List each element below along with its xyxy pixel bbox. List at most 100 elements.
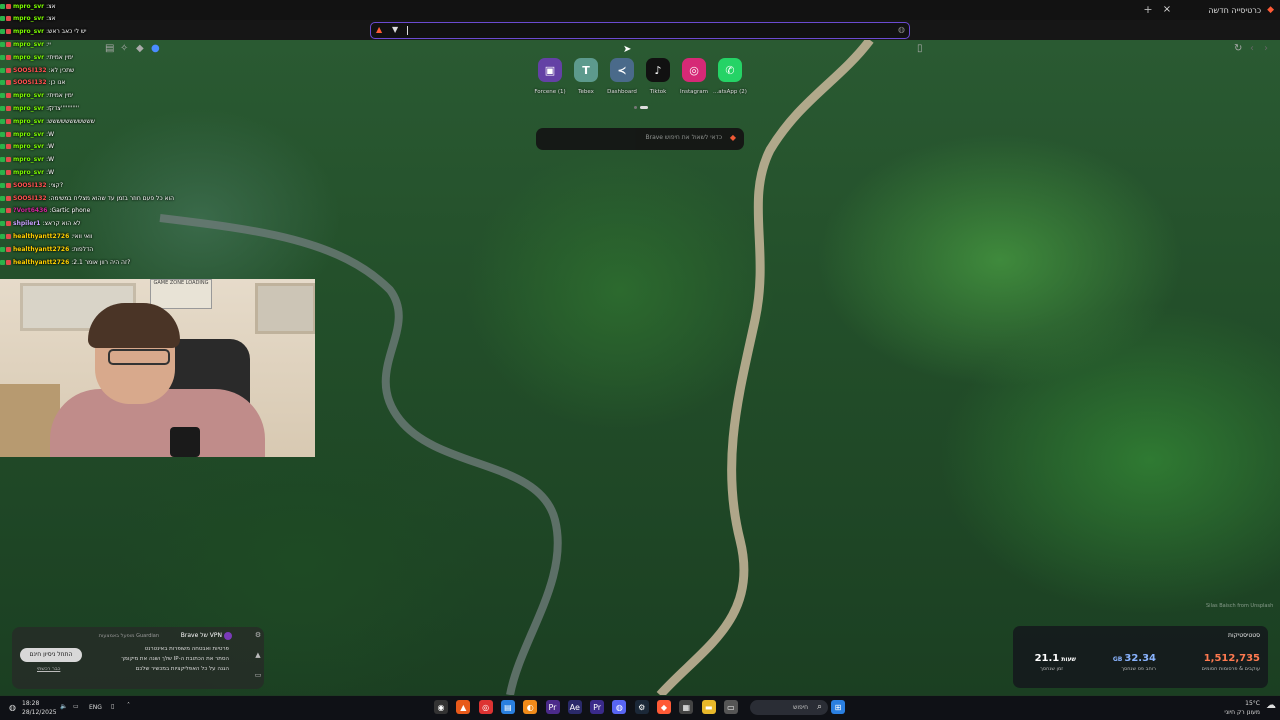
vpn-already-purchased-link[interactable]: כבר רכשתי bbox=[37, 666, 60, 672]
address-bar[interactable]: ▲ ▼ ◍ bbox=[370, 22, 910, 39]
close-tab-button[interactable]: × bbox=[1160, 3, 1174, 17]
battery-icon[interactable]: ▯ bbox=[111, 703, 114, 710]
chat-text: ימין אמיתי bbox=[48, 53, 74, 61]
search-box[interactable]: כדאי לשאול את חיפוש Brave ◆ bbox=[536, 128, 744, 150]
language-indicator[interactable]: ENG bbox=[89, 704, 102, 711]
chat-badge-icon bbox=[0, 67, 5, 73]
top-site-tile[interactable]: ≺ Dashboard bbox=[602, 58, 642, 95]
brave-icon[interactable]: ◆ bbox=[657, 700, 671, 714]
vpn-icon[interactable]: ● bbox=[151, 43, 160, 54]
notification-icon[interactable]: ◍ bbox=[9, 703, 16, 712]
chat-message: mpro_svr : W bbox=[0, 154, 54, 166]
weather-icon[interactable]: ☁ bbox=[1266, 700, 1276, 711]
tiktok-icon: ♪ bbox=[646, 58, 670, 82]
chat-text: יש לי כאב ראש bbox=[48, 28, 87, 36]
docs-icon[interactable]: ▤ bbox=[500, 700, 515, 714]
chat-text: W bbox=[48, 143, 55, 151]
chat-username: healthyantt2726 bbox=[13, 245, 70, 253]
stats-title: סטטיסטיקות bbox=[1228, 632, 1260, 639]
speaker-icon[interactable]: 🔈 bbox=[60, 703, 67, 710]
premiere-icon[interactable]: Pr bbox=[545, 700, 560, 714]
taskbar-search[interactable]: חיפוש ⌕ bbox=[750, 700, 828, 715]
taskbar-time[interactable]: 18:28 bbox=[22, 700, 39, 707]
google-lens-icon[interactable]: ◍ bbox=[898, 25, 905, 34]
stat-time-unit: שעות bbox=[1061, 656, 1076, 663]
task-view-icon[interactable]: ▭ bbox=[723, 700, 738, 714]
pager-dot-active[interactable] bbox=[640, 106, 648, 109]
chat-badge-icon bbox=[0, 29, 5, 35]
top-sites-pager[interactable] bbox=[634, 106, 648, 109]
chat-message: mpro_svr : יש לי כאב ראש bbox=[0, 26, 86, 38]
chat-badges bbox=[0, 221, 11, 227]
chat-message: shpiler1 : לא הוא קראצ bbox=[0, 218, 81, 230]
bookmark-icon[interactable]: ▯ bbox=[917, 43, 923, 54]
whatsapp-icon: ✆ bbox=[718, 58, 742, 82]
wallpaper-credit[interactable]: Silas Baisch from Unsplash bbox=[1206, 603, 1273, 609]
wallet-icon[interactable]: ◆ bbox=[136, 43, 144, 54]
taskbar-date[interactable]: 28/12/2025 bbox=[22, 709, 57, 716]
top-site-label: ...atsApp (2) bbox=[713, 89, 747, 95]
chat-message: mpro_svr : ימין אמיתי bbox=[0, 90, 73, 102]
vpn-free-trial-button[interactable]: התחל ניסיון חינם bbox=[20, 648, 82, 662]
chat-badge-icon bbox=[6, 41, 11, 47]
top-site-tile[interactable]: ▣ Forcene (1) bbox=[530, 58, 570, 95]
top-site-tile[interactable]: T Tebex bbox=[566, 58, 606, 95]
chat-username: SOOSI132 bbox=[13, 66, 47, 74]
chat-badge-icon bbox=[0, 118, 5, 124]
chat-message: mpro_svr : צדקוֿ''''''''''' bbox=[0, 102, 79, 114]
chat-username: mpro_svr bbox=[13, 53, 45, 61]
top-site-tile[interactable]: ✆ ...atsApp (2) bbox=[710, 58, 750, 95]
explorer-icon[interactable]: ▬ bbox=[701, 700, 716, 714]
chat-message: SOOSI132 : שתכין לא bbox=[0, 64, 74, 76]
chat-badge-icon bbox=[6, 3, 11, 9]
weather-temp[interactable]: 15°C bbox=[1245, 700, 1260, 707]
windows-start-icon[interactable]: ⊞ bbox=[831, 700, 845, 714]
brave-search-icon: ◆ bbox=[729, 133, 736, 142]
vpn-up-icon[interactable]: ▲ bbox=[254, 651, 262, 659]
chat-badge-icon bbox=[0, 246, 5, 252]
forward-icon[interactable]: › bbox=[1264, 43, 1268, 54]
premiere-pro-icon[interactable]: Pr bbox=[590, 700, 605, 714]
top-site-tile[interactable]: ♪ Tiktok bbox=[638, 58, 678, 95]
chat-username: mpro_svr bbox=[13, 143, 45, 151]
chat-text: יי bbox=[48, 40, 51, 48]
network-icon[interactable]: ▭ bbox=[73, 703, 79, 710]
obs-icon[interactable]: ◉ bbox=[434, 700, 448, 714]
discord-icon[interactable]: ◍ bbox=[612, 700, 627, 714]
chat-badge-icon bbox=[6, 144, 11, 150]
extensions-icon[interactable]: ✧ bbox=[120, 43, 128, 54]
chat-badges bbox=[0, 105, 11, 111]
tab-new-tab[interactable]: כרטיסייה חדשה ◆ bbox=[1208, 2, 1274, 18]
app-icon[interactable]: ▲ bbox=[456, 700, 471, 714]
chat-message: mpro_svr : W bbox=[0, 166, 54, 178]
pager-dot[interactable] bbox=[634, 106, 637, 109]
blender-icon[interactable]: ◐ bbox=[523, 700, 538, 714]
chat-badge-icon bbox=[0, 54, 5, 60]
new-tab-button[interactable]: + bbox=[1141, 3, 1155, 17]
vpn-collapse-icon[interactable]: ▭ bbox=[254, 671, 262, 679]
back-icon[interactable]: ‹ bbox=[1250, 43, 1254, 54]
store-icon[interactable]: ▦ bbox=[679, 700, 694, 714]
chat-message: SOOSI132 : קצי? bbox=[0, 179, 63, 191]
stat-trackers-value: 1,512,735 bbox=[1203, 653, 1260, 664]
chat-badges bbox=[0, 67, 11, 73]
brave-rewards-icon[interactable]: ▲ bbox=[376, 25, 382, 34]
chat-username: healthyantt2726 bbox=[13, 258, 70, 266]
webcam-person-glasses bbox=[108, 349, 170, 365]
vpn-settings-icon[interactable]: ⚙ bbox=[254, 631, 262, 639]
reload-icon[interactable]: ↻ bbox=[1234, 43, 1242, 54]
steam-icon[interactable]: ⚙ bbox=[634, 700, 649, 714]
shield-icon[interactable]: ▼ bbox=[392, 25, 398, 34]
weather-desc[interactable]: מעונן רק חיוני bbox=[1224, 709, 1260, 716]
after-effects-icon[interactable]: Ae bbox=[567, 700, 582, 714]
tray-chevron-icon[interactable]: ˄ bbox=[127, 702, 130, 709]
search-icon: ⌕ bbox=[816, 702, 822, 712]
address-caret bbox=[407, 26, 408, 35]
tab-overview-icon[interactable]: ▤ bbox=[105, 43, 114, 54]
top-site-tile[interactable]: ◎ Instagram bbox=[674, 58, 714, 95]
chat-badges bbox=[0, 54, 11, 60]
chrome-icon[interactable]: ◎ bbox=[478, 700, 493, 714]
chat-text: אצ bbox=[48, 2, 56, 10]
stat-bandwidth-unit: GB bbox=[1112, 656, 1123, 663]
brave-lion-icon: ◆ bbox=[1267, 5, 1274, 15]
